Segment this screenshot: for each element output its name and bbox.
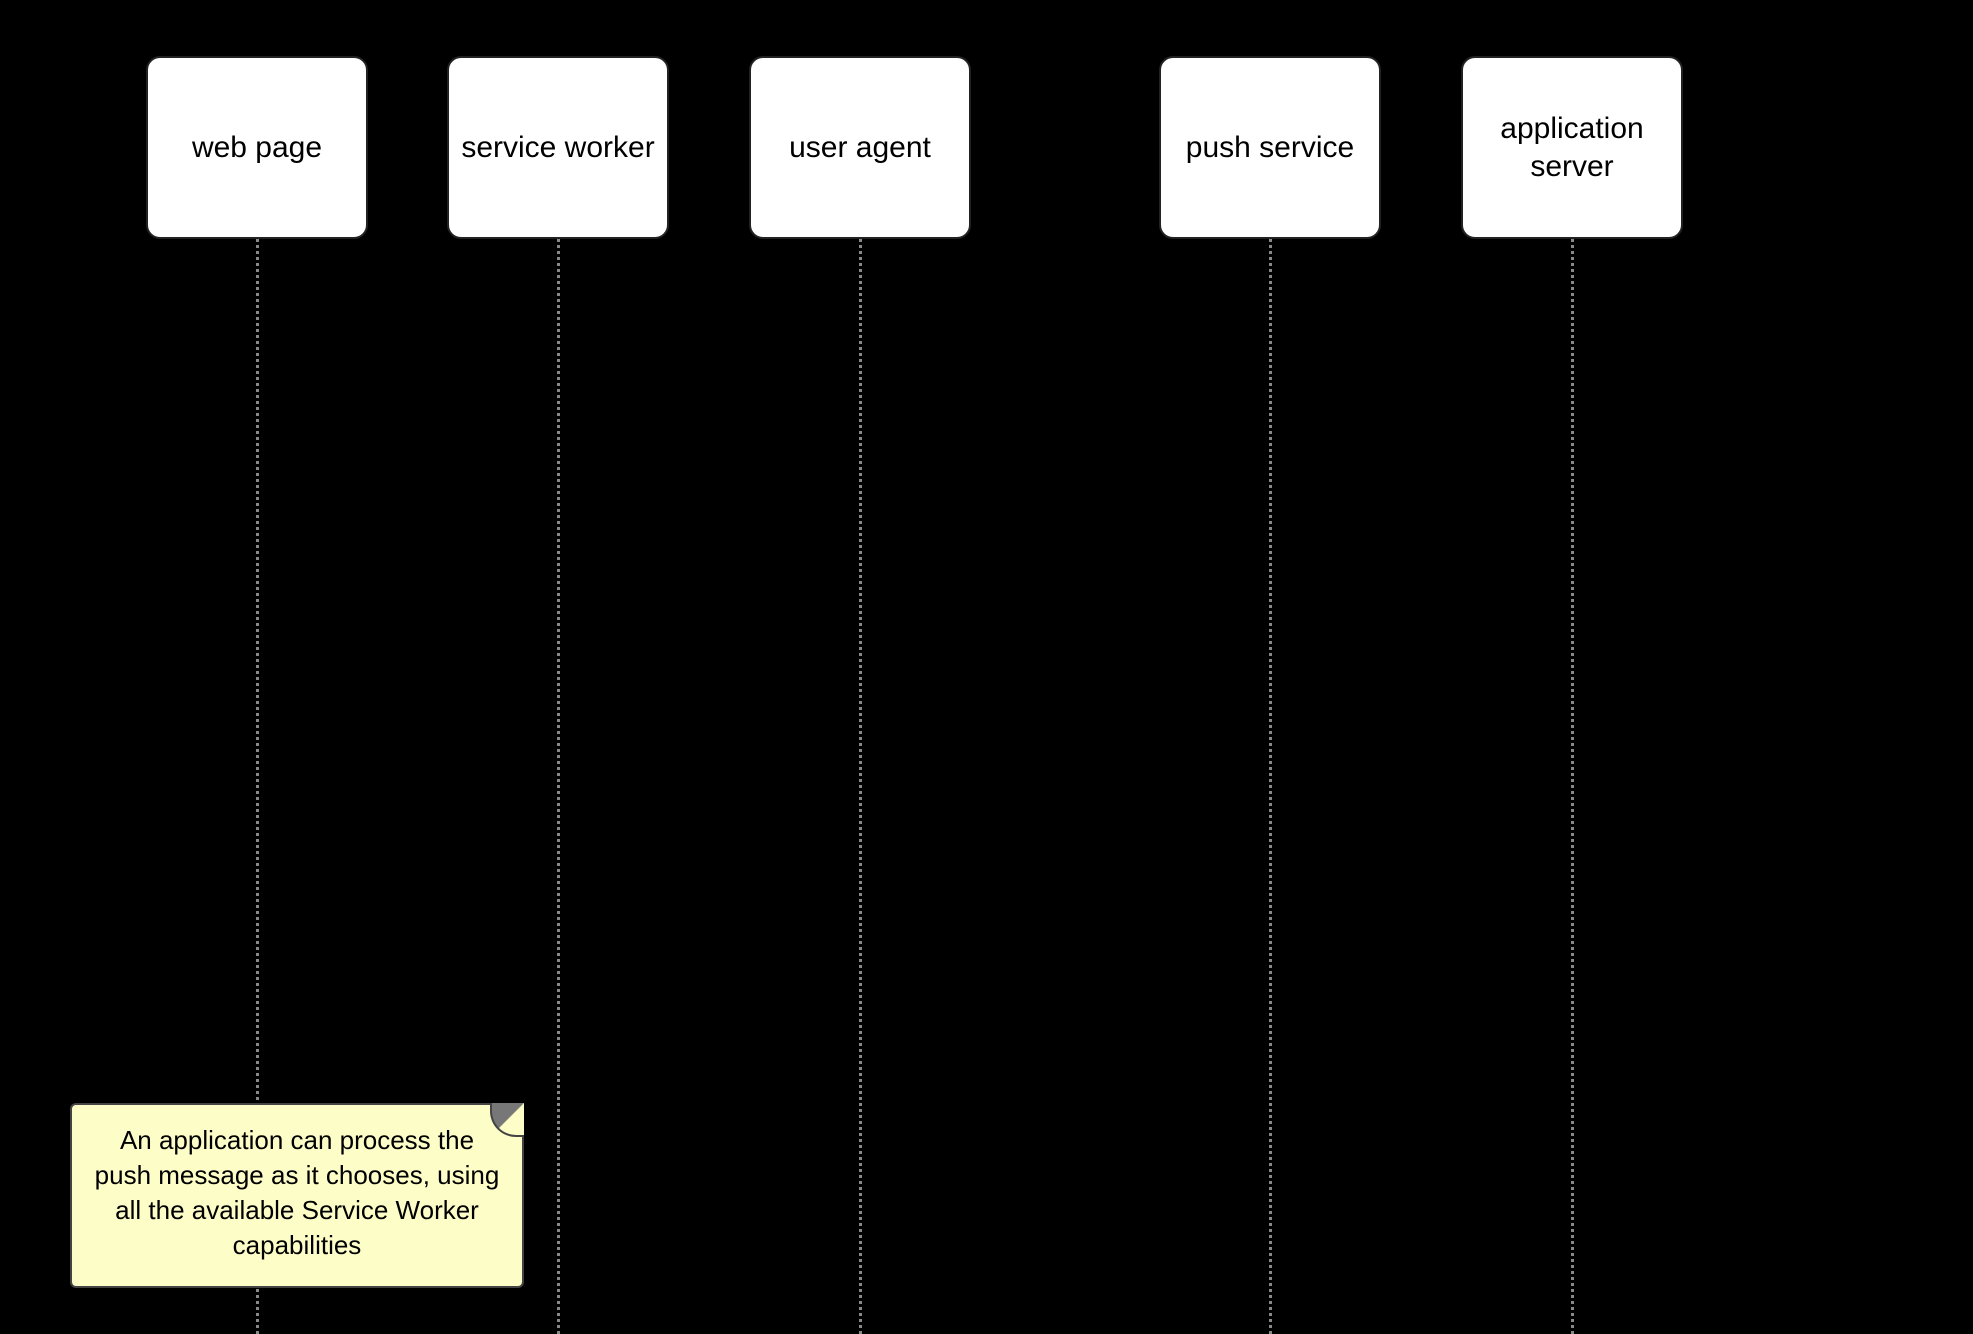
lifeline-service-worker	[557, 239, 560, 1334]
participant-label: application server	[1471, 110, 1673, 185]
note-dogear-icon	[490, 1103, 524, 1137]
participant-user-agent: user agent	[749, 56, 971, 239]
sequence-diagram: web page service worker user agent push …	[0, 0, 1973, 1334]
diagram-note: An application can process the push mess…	[70, 1103, 524, 1288]
participant-web-page: web page	[146, 56, 368, 239]
participant-label: service worker	[457, 129, 659, 167]
participant-application-server: application server	[1461, 56, 1683, 239]
participant-label: web page	[156, 129, 358, 167]
participant-label: user agent	[759, 129, 961, 167]
participant-push-service: push service	[1159, 56, 1381, 239]
note-text: An application can process the push mess…	[95, 1125, 500, 1260]
participant-service-worker: service worker	[447, 56, 669, 239]
lifeline-application-server	[1571, 239, 1574, 1334]
participant-label: push service	[1169, 129, 1371, 167]
lifeline-push-service	[1269, 239, 1272, 1334]
lifeline-user-agent	[859, 239, 862, 1334]
